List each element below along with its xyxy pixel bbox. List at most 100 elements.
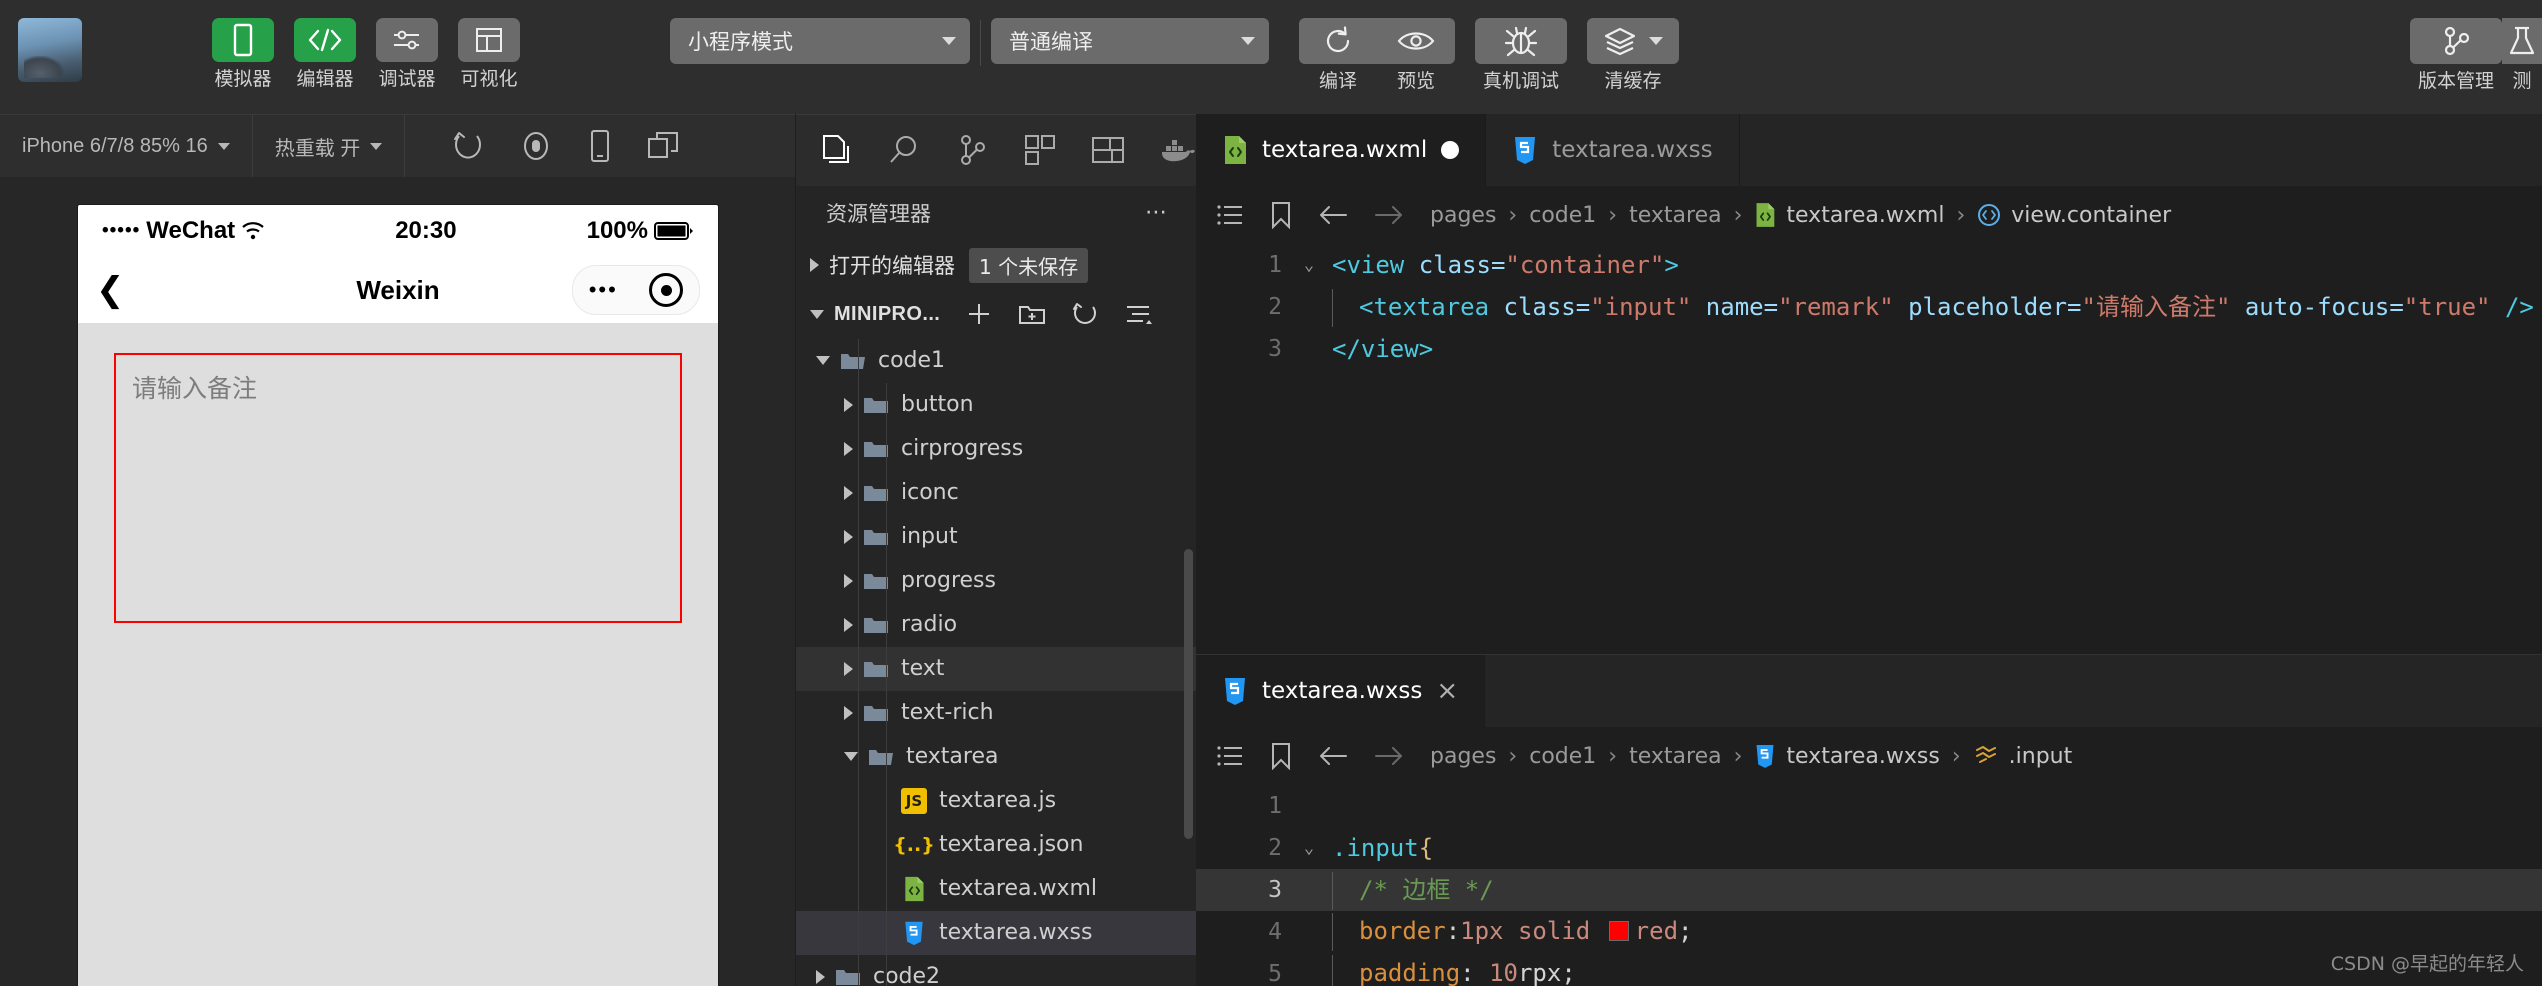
- source-control-icon[interactable]: [954, 130, 990, 170]
- tree-file-textarea-js[interactable]: JS textarea.js: [796, 779, 1196, 823]
- tree-file-textarea-wxml[interactable]: textarea.wxml: [796, 867, 1196, 911]
- version-control-button[interactable]: 版本管理: [2410, 18, 2502, 91]
- cloud-storage-icon[interactable]: [1090, 130, 1126, 170]
- css-rule-icon: [1973, 744, 1999, 768]
- tree-folder-textarea[interactable]: textarea: [796, 735, 1196, 779]
- close-icon[interactable]: ×: [1436, 678, 1458, 704]
- panel-toggle-editor-label: 编辑器: [296, 68, 354, 90]
- code-line[interactable]: 3 /* 边框 */: [1196, 869, 2542, 911]
- tab-textarea-wxml[interactable]: textarea.wxml: [1196, 114, 1487, 186]
- breadcrumb-label: pages: [1430, 743, 1497, 769]
- real-device-debug-button[interactable]: 真机调试: [1475, 18, 1567, 91]
- outline-icon[interactable]: [1216, 744, 1244, 768]
- docker-icon[interactable]: [1158, 130, 1196, 170]
- fold-indicator[interactable]: ⌄: [1292, 255, 1326, 275]
- code-token: rpx: [1517, 959, 1562, 986]
- new-folder-icon[interactable]: [1018, 302, 1046, 326]
- code-line[interactable]: 4 border:1px solid red;: [1196, 911, 2542, 953]
- breadcrumb-separator: ›: [1951, 743, 1961, 769]
- tab-textarea-wxss[interactable]: textarea.wxss ×: [1196, 655, 1486, 727]
- project-avatar[interactable]: [18, 18, 82, 82]
- compile-mode-select[interactable]: 小程序模式: [670, 18, 970, 64]
- tree-folder-code1[interactable]: code1: [796, 339, 1196, 383]
- open-editors-section[interactable]: 打开的编辑器 1 个未保存: [796, 241, 1196, 290]
- tree-scrollbar[interactable]: [1184, 548, 1193, 839]
- chevron-left-icon[interactable]: ❮: [96, 273, 125, 307]
- code-editor-wxml[interactable]: 1 ⌄ <view class="container"> 2 <textarea cla…: [1196, 244, 2542, 654]
- code-line[interactable]: 1: [1196, 785, 2542, 827]
- preview-button[interactable]: [1377, 18, 1455, 64]
- editor-group-bottom: textarea.wxss × pages › code1 › textarea…: [1196, 654, 2542, 986]
- compile-button[interactable]: [1299, 18, 1377, 64]
- wechat-capsule[interactable]: •••: [572, 265, 700, 315]
- explorer-title: 资源管理器: [826, 202, 931, 227]
- hot-reload-toggle[interactable]: 热重载 开: [253, 115, 405, 177]
- panel-toggle-editor[interactable]: 编辑器: [284, 18, 366, 89]
- tab-textarea-wxss-top[interactable]: textarea.wxss: [1486, 114, 1740, 186]
- breadcrumb-item-file[interactable]: textarea.wxss: [1754, 743, 1940, 769]
- search-icon[interactable]: [886, 130, 922, 170]
- panel-toggle-simulator[interactable]: 模拟器: [202, 18, 284, 89]
- breadcrumb-item-code1[interactable]: code1: [1529, 744, 1596, 769]
- ellipsis-icon[interactable]: ⋯: [1145, 202, 1170, 224]
- eye-icon: [1397, 32, 1435, 50]
- breadcrumb-item-pages[interactable]: pages: [1430, 203, 1496, 228]
- code-token: 10: [1489, 959, 1518, 986]
- tree-folder-cirprogress[interactable]: cirprogress: [796, 427, 1196, 471]
- chevron-down-icon: [370, 142, 383, 150]
- code-line[interactable]: 2 <textarea class="input" name="remark" p…: [1196, 286, 2542, 328]
- breadcrumb-item-pages[interactable]: pages: [1430, 744, 1496, 769]
- panel-toggle-visual[interactable]: 可视化: [448, 18, 530, 89]
- tree-folder-text-rich[interactable]: text-rich: [796, 691, 1196, 735]
- breadcrumb-item-code1[interactable]: code1: [1529, 203, 1596, 228]
- breadcrumb-item-file[interactable]: textarea.wxml: [1754, 202, 1944, 228]
- color-swatch: [1608, 921, 1629, 941]
- tree-folder-button[interactable]: button: [796, 383, 1196, 427]
- refresh-icon[interactable]: [1072, 301, 1098, 327]
- collapse-all-icon[interactable]: [1124, 302, 1153, 326]
- tree-folder-text[interactable]: text: [796, 646, 1196, 691]
- bookmark-icon[interactable]: [1270, 201, 1292, 229]
- bookmark-icon[interactable]: [1270, 742, 1292, 770]
- extensions-icon[interactable]: [1022, 130, 1058, 170]
- phone-preview: ••••• WeChat 20:30 100% ❮ Weixin ••• 请输入…: [78, 205, 718, 986]
- device-icon[interactable]: [587, 129, 613, 163]
- rotate-icon[interactable]: [451, 129, 485, 163]
- fold-indicator[interactable]: ⌄: [1292, 838, 1326, 858]
- breadcrumb-item-symbol[interactable]: .input: [1973, 744, 2072, 769]
- build-target-select[interactable]: 普通编译: [991, 18, 1269, 64]
- arrow-left-icon[interactable]: [1318, 745, 1348, 767]
- line-number: 2: [1268, 835, 1282, 861]
- breadcrumb-item-textarea[interactable]: textarea: [1629, 744, 1721, 769]
- tree-folder-input[interactable]: input: [796, 515, 1196, 559]
- tree-file-textarea-wxss[interactable]: textarea.wxss: [796, 910, 1196, 955]
- unsaved-dot-icon[interactable]: [1441, 141, 1460, 159]
- arrow-right-icon[interactable]: [1374, 204, 1404, 226]
- test-button[interactable]: 测: [2502, 18, 2542, 91]
- panel-toggle-debugger[interactable]: 调试器: [366, 18, 448, 89]
- breadcrumb-item-textarea[interactable]: textarea: [1629, 203, 1721, 228]
- outline-icon[interactable]: [1216, 203, 1244, 227]
- tree-file-textarea-json[interactable]: {..} textarea.json: [796, 823, 1196, 867]
- code-line[interactable]: 1 ⌄ <view class="container">: [1196, 244, 2542, 286]
- code-token: <view: [1332, 251, 1419, 279]
- tree-folder-radio[interactable]: radio: [796, 603, 1196, 647]
- code-line[interactable]: 2 ⌄ .input{: [1196, 827, 2542, 869]
- multi-window-icon[interactable]: [647, 131, 681, 161]
- tree-folder-progress[interactable]: progress: [796, 559, 1196, 603]
- textarea-preview[interactable]: 请输入备注: [114, 353, 682, 623]
- clear-cache-button[interactable]: 清缓存: [1587, 18, 1679, 91]
- code-line[interactable]: 3 </view>: [1196, 328, 2542, 370]
- project-section[interactable]: MINIPRO...: [796, 290, 1196, 339]
- chevron-right-icon: [810, 258, 819, 273]
- arrow-left-icon[interactable]: [1318, 204, 1348, 226]
- code-token: placeholder=: [1893, 293, 2082, 321]
- explorer-icon[interactable]: [818, 130, 854, 170]
- breadcrumb-item-symbol[interactable]: view.container: [1977, 203, 2171, 228]
- new-file-icon[interactable]: [966, 301, 992, 327]
- tree-folder-iconc[interactable]: iconc: [796, 471, 1196, 515]
- record-icon[interactable]: [519, 129, 553, 163]
- arrow-right-icon[interactable]: [1374, 745, 1404, 767]
- device-selector[interactable]: iPhone 6/7/8 85% 16: [0, 115, 252, 177]
- tree-folder-code2[interactable]: code2: [796, 955, 1196, 986]
